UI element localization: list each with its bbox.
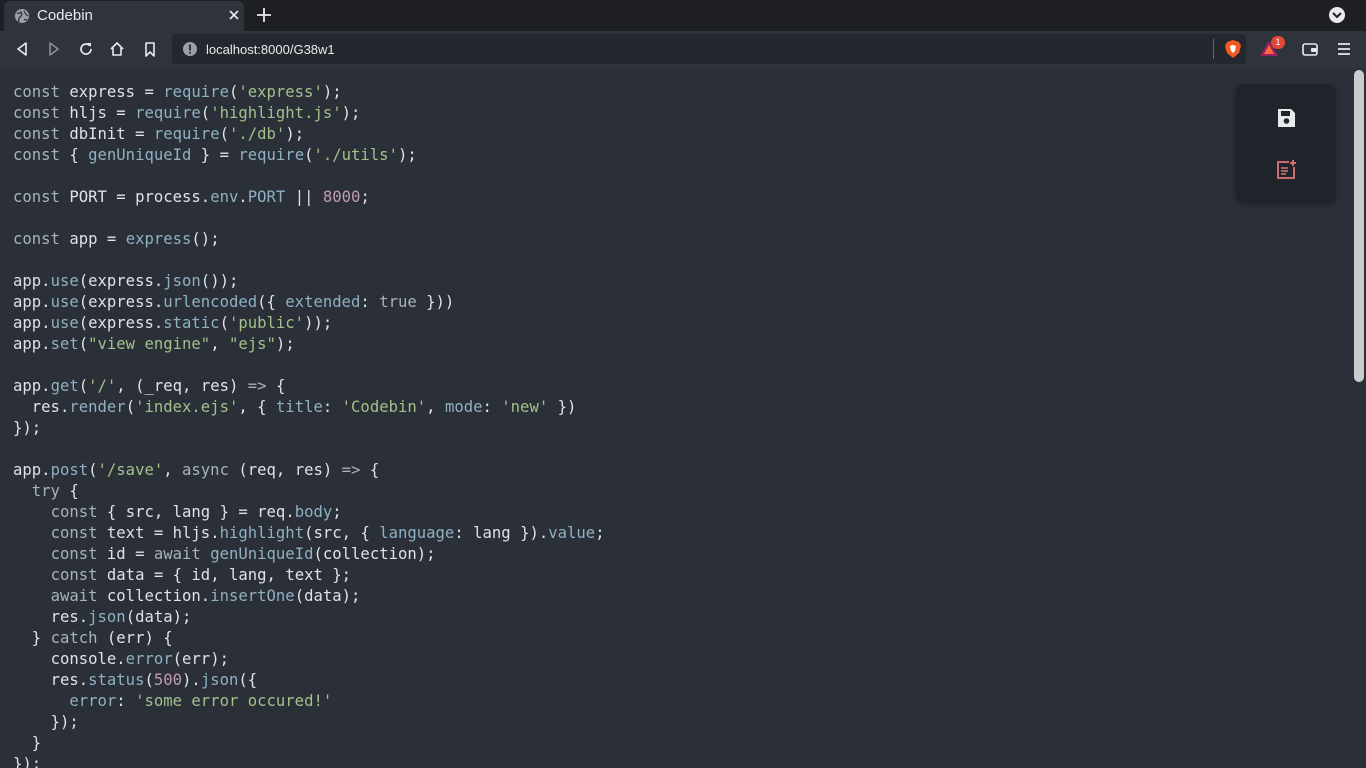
code-line: const id = await genUniqueId(collection)… [50,545,436,563]
home-icon[interactable] [108,40,126,58]
code-line: res.status(500).json({ [50,671,258,689]
code-line: const app = express(); [13,230,220,248]
scrollbar-thumb[interactable] [1354,70,1364,382]
code-line: res.render('index.ejs', { title: 'Codebi… [31,398,577,416]
url-text[interactable]: localhost:8000/G38w1 [206,42,335,57]
tab-strip: Codebin [0,0,1366,31]
wallet-icon[interactable] [1301,40,1319,58]
code-line: app.use(express.static('public')); [13,314,333,332]
code-line: } catch (err) { [31,629,173,647]
tab-title: Codebin [37,7,93,24]
chevron-down-circle-icon[interactable] [1328,6,1346,24]
vertical-scrollbar[interactable] [1352,68,1366,768]
code-line: app.get('/', (_req, res) => { [13,377,286,395]
back-arrow-icon[interactable] [13,40,31,58]
new-note-icon[interactable] [1274,158,1298,182]
code-line: console.error(err); [50,650,229,668]
code-line: app.use(express.urlencoded({ extended: t… [13,293,455,311]
code-line: }); [13,755,42,768]
globe-icon [15,9,29,23]
code-line: const PORT = process.env.PORT || 8000; [13,188,370,206]
code-line: error: 'some error occured!' [69,692,333,710]
code-line: app.set("view engine", "ejs"); [13,335,295,353]
hamburger-menu-icon[interactable] [1335,40,1353,58]
code-line: app.post('/save', async (req, res) => { [13,461,380,479]
code-line: } [31,734,42,752]
site-info-icon[interactable] [182,41,198,57]
code-line: await collection.insertOne(data); [50,587,361,605]
code-line: const express = require('express'); [13,83,342,101]
brave-shields-icon[interactable] [1223,39,1243,59]
page-content: const express = require('express'); const… [0,68,1352,768]
reload-icon[interactable] [77,40,95,58]
code-line: const dbInit = require('./db'); [13,125,305,143]
floppy-disk-icon[interactable] [1274,106,1298,130]
address-bar[interactable]: localhost:8000/G38w1 [172,34,1246,64]
code-line: }); [13,419,42,437]
code-line: res.json(data); [50,608,192,626]
url-divider [1213,39,1214,59]
code-line: const hljs = require('highlight.js'); [13,104,361,122]
code-block[interactable]: const express = require('express'); const… [13,82,605,768]
forward-arrow-icon[interactable] [45,40,63,58]
code-line: const text = hljs.highlight(src, { langu… [50,524,605,542]
browser-toolbar: localhost:8000/G38w1 1 [0,31,1366,68]
rewards-badge: 1 [1271,36,1285,49]
code-line: app.use(express.json()); [13,272,239,290]
action-panel [1236,84,1336,202]
new-tab-plus-icon[interactable] [255,6,273,24]
bookmark-icon[interactable] [141,40,159,58]
code-line: }); [50,713,79,731]
code-line: const { genUniqueId } = require('./utils… [13,146,417,164]
close-icon[interactable] [226,7,242,23]
code-line: const { src, lang } = req.body; [50,503,342,521]
code-line: const data = { id, lang, text }; [50,566,352,584]
code-line: try { [31,482,79,500]
tab-codebin[interactable]: Codebin [4,1,244,31]
